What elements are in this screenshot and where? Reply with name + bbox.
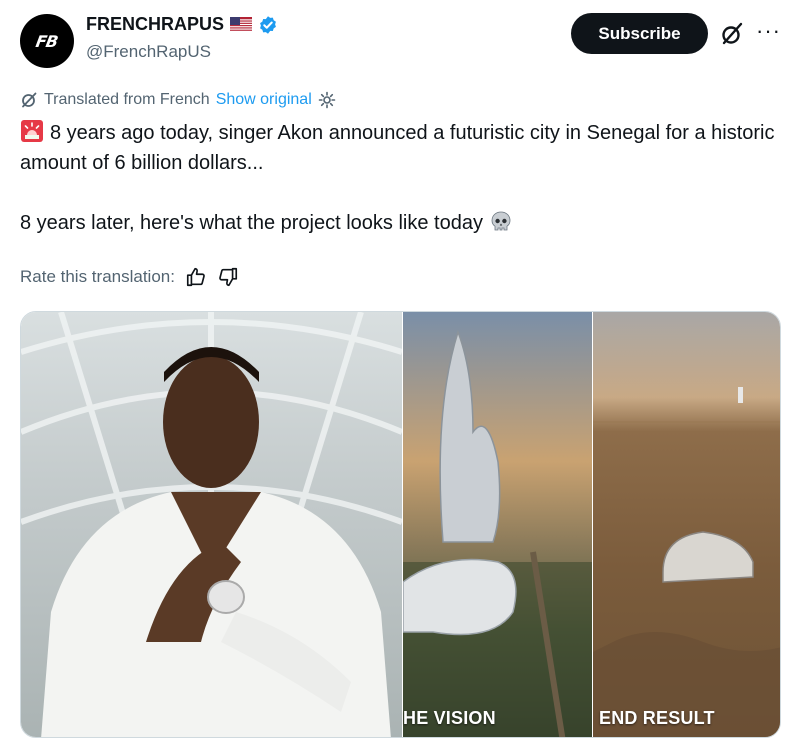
verified-badge-icon: [260, 15, 276, 34]
author-handle[interactable]: @FrenchRapUS: [86, 42, 211, 62]
tweet-paragraph-1: 8 years ago today, singer Akon announced…: [20, 118, 790, 178]
avatar[interactable]: FB: [20, 14, 74, 68]
rate-translation-label: Rate this translation:: [20, 267, 175, 286]
tweet-line-2: 8 years later, here's what the project l…: [20, 212, 483, 234]
author-display-name[interactable]: FRENCHRAPUS: [86, 14, 224, 35]
tweet-line-1: 8 years ago today, singer Akon announced…: [20, 122, 775, 174]
thumbs-down-icon[interactable]: [217, 266, 239, 288]
avatar-logo: FB: [34, 31, 60, 51]
grok-translate-icon: [22, 92, 37, 108]
translated-label: Translated from French: [44, 91, 210, 108]
photo-akon[interactable]: [21, 312, 404, 737]
photo-result-illustration: [593, 387, 780, 737]
gear-icon[interactable]: [318, 91, 336, 109]
rate-translation-row: Rate this translation:: [20, 266, 239, 288]
photo-vision[interactable]: [402, 312, 592, 737]
thumbs-up-icon[interactable]: [185, 266, 207, 288]
show-original-link[interactable]: Show original: [216, 91, 312, 109]
tweet-text: 8 years ago today, singer Akon announced…: [20, 118, 790, 238]
author-name-row: FRENCHRAPUS: [86, 14, 278, 35]
skull-icon: [491, 211, 510, 231]
media-grid[interactable]: HE VISION END RESULT: [20, 311, 781, 738]
us-flag-icon: [230, 17, 253, 32]
caption-vision: HE VISION: [403, 708, 496, 728]
photo-vision-illustration: [402, 329, 592, 737]
grok-icon[interactable]: [718, 20, 746, 48]
caption-result: END RESULT: [599, 708, 715, 728]
subscribe-button[interactable]: Subscribe: [571, 13, 708, 54]
photo-result[interactable]: [593, 312, 780, 737]
translation-row: Translated from French Show original: [20, 91, 336, 109]
tweet-paragraph-2: 8 years later, here's what the project l…: [20, 208, 790, 238]
photo-akon-illustration: [21, 312, 404, 737]
siren-icon: [21, 120, 43, 142]
more-options-button[interactable]: ···: [756, 20, 781, 42]
